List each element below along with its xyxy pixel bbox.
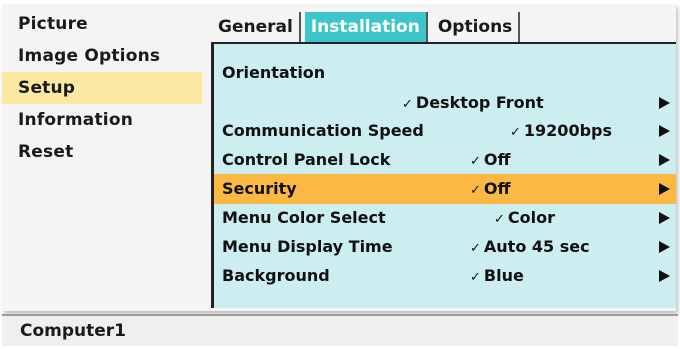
checkmark-icon: ✓ bbox=[470, 270, 481, 285]
sidebar-item-information[interactable]: Information bbox=[2, 104, 202, 136]
setting-label-orientation: Orientation bbox=[222, 63, 326, 82]
setting-label-security: Security bbox=[222, 179, 297, 198]
sidebar: Picture Image Options Setup Information … bbox=[2, 8, 202, 168]
tab-options[interactable]: Options bbox=[432, 12, 521, 42]
setting-value-control-panel-lock: ✓ Off bbox=[470, 150, 511, 169]
setting-row-menu-display-time[interactable]: Menu Display Time ✓ Auto 45 sec bbox=[214, 232, 676, 262]
settings-panel: Orientation ✓ Desktop Front Communication… bbox=[211, 42, 676, 308]
sidebar-item-setup[interactable]: Setup bbox=[2, 72, 202, 104]
tab-general[interactable]: General bbox=[212, 12, 301, 42]
right-triangle-icon[interactable] bbox=[659, 212, 670, 224]
setting-row-orientation-value[interactable]: ✓ Desktop Front bbox=[214, 88, 676, 118]
tab-bar: General Installation Options bbox=[212, 12, 524, 42]
projector-osd-screen: Picture Image Options Setup Information … bbox=[0, 0, 680, 349]
sidebar-item-reset[interactable]: Reset bbox=[2, 136, 202, 168]
setting-row-control-panel-lock[interactable]: Control Panel Lock ✓ Off bbox=[214, 145, 676, 175]
right-triangle-icon[interactable] bbox=[659, 125, 670, 137]
checkmark-icon: ✓ bbox=[470, 154, 481, 169]
checkmark-icon: ✓ bbox=[402, 97, 413, 112]
setting-value-security: ✓ Off bbox=[470, 179, 511, 198]
setting-label-background: Background bbox=[222, 266, 330, 285]
setting-row-security[interactable]: Security ✓ Off bbox=[214, 174, 676, 204]
setting-row-orientation[interactable]: Orientation bbox=[214, 58, 676, 88]
right-triangle-icon[interactable] bbox=[659, 97, 670, 109]
checkmark-icon: ✓ bbox=[470, 183, 481, 198]
sidebar-item-picture[interactable]: Picture bbox=[2, 8, 202, 40]
sidebar-item-image-options[interactable]: Image Options bbox=[2, 40, 202, 72]
checkmark-icon: ✓ bbox=[470, 241, 481, 256]
setting-value-menu-display-time: ✓ Auto 45 sec bbox=[470, 237, 590, 256]
setting-row-background[interactable]: Background ✓ Blue bbox=[214, 261, 676, 291]
checkmark-icon: ✓ bbox=[494, 212, 505, 227]
right-triangle-icon[interactable] bbox=[659, 154, 670, 166]
setting-row-communication-speed[interactable]: Communication Speed ✓ 19200bps bbox=[214, 116, 676, 146]
setting-row-menu-color-select[interactable]: Menu Color Select ✓ Color bbox=[214, 203, 676, 233]
input-source-label: Computer1 bbox=[20, 321, 127, 341]
setting-label-communication-speed: Communication Speed bbox=[222, 121, 424, 140]
setting-value-menu-color-select: ✓ Color bbox=[494, 208, 556, 227]
setting-value-communication-speed: ✓ 19200bps bbox=[510, 121, 612, 140]
right-triangle-icon[interactable] bbox=[659, 241, 670, 253]
tab-installation[interactable]: Installation bbox=[304, 12, 428, 42]
setting-label-menu-color-select: Menu Color Select bbox=[222, 208, 386, 227]
setting-label-control-panel-lock: Control Panel Lock bbox=[222, 150, 391, 169]
status-bar: Computer1 bbox=[2, 314, 678, 346]
checkmark-icon: ✓ bbox=[510, 125, 521, 140]
setting-value-orientation: ✓ Desktop Front bbox=[402, 93, 544, 112]
setting-value-background: ✓ Blue bbox=[470, 266, 524, 285]
right-triangle-icon[interactable] bbox=[659, 270, 670, 282]
right-triangle-icon[interactable] bbox=[659, 183, 670, 195]
setting-label-menu-display-time: Menu Display Time bbox=[222, 237, 393, 256]
